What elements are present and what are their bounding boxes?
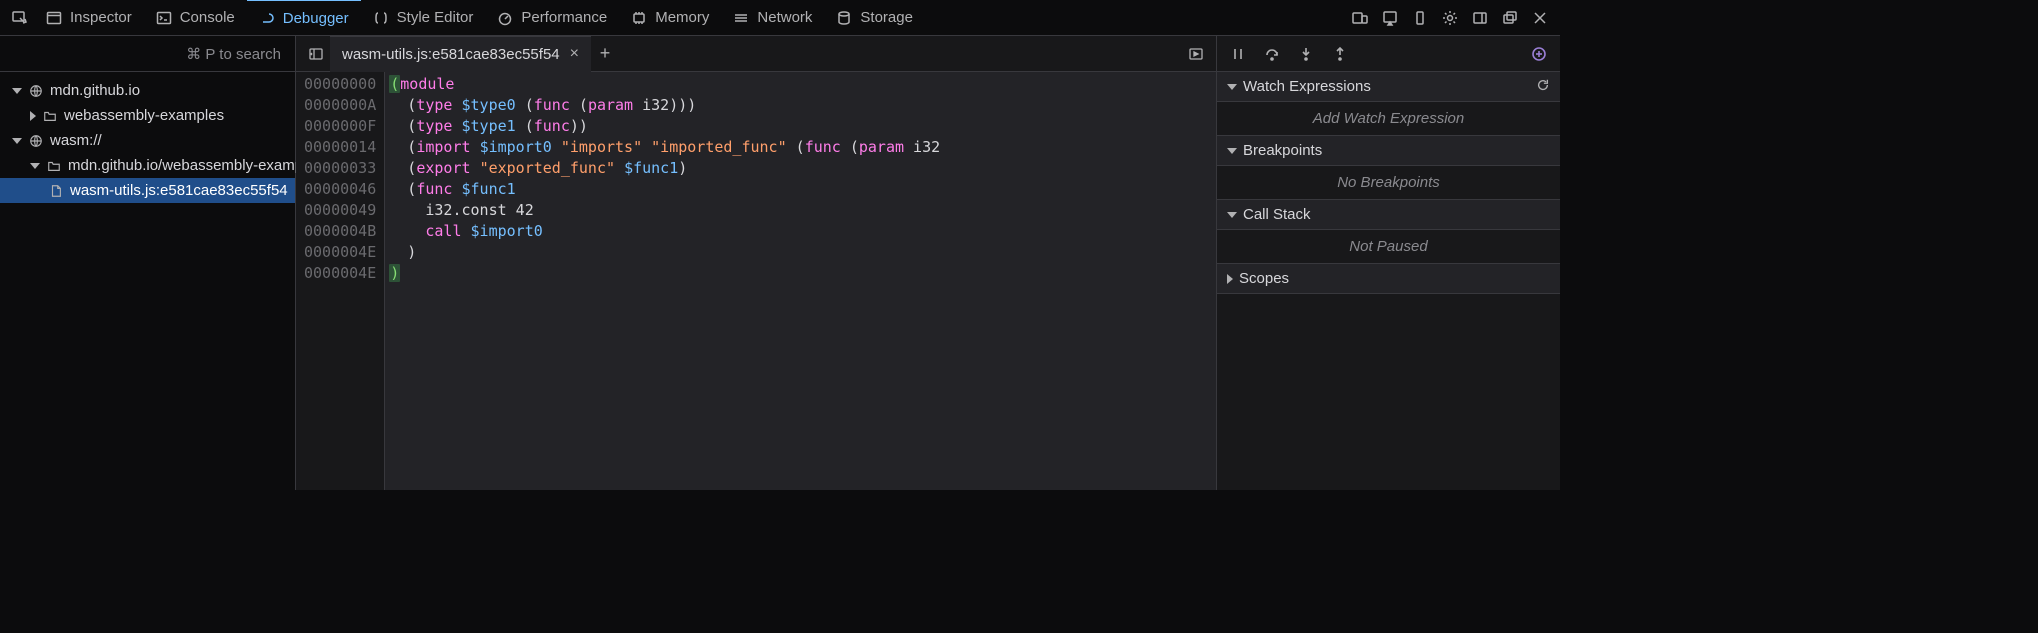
breakpoints-header[interactable]: Breakpoints	[1217, 136, 1560, 166]
editor-panel: wasm-utils.js:e581cae83ec55f54 × + 00000…	[296, 36, 1216, 490]
tab-performance[interactable]: Performance	[485, 0, 619, 36]
devtools-toolbar: Inspector Console Debugger Style Editor …	[0, 0, 1560, 36]
inspector-icon	[46, 10, 62, 26]
device-icon[interactable]	[1406, 4, 1434, 32]
tree-domain[interactable]: wasm://	[0, 128, 295, 153]
call-stack-header[interactable]: Call Stack	[1217, 200, 1560, 230]
pause-button[interactable]	[1223, 39, 1253, 69]
outline-toggle-icon[interactable]	[302, 40, 330, 68]
sources-tree: mdn.github.io webassembly-examples wasm://…	[0, 72, 295, 203]
storage-icon	[836, 10, 852, 26]
breakpoints-body: No Breakpoints	[1217, 166, 1560, 200]
search-hint-label: ⌘ P to search	[186, 45, 281, 63]
chevron-down-icon	[12, 88, 22, 94]
settings-icon[interactable]	[1436, 4, 1464, 32]
tab-label: Console	[180, 9, 235, 26]
close-devtools-icon[interactable]	[1526, 4, 1554, 32]
folder-icon	[46, 158, 62, 174]
tree-label: webassembly-examples	[64, 107, 224, 124]
tree-label: wasm-utils.js:e581cae83ec55f54	[70, 182, 288, 199]
iframe-picker-icon[interactable]	[1376, 4, 1404, 32]
gutter: 00000000 0000000A 0000000F 00000014 0000…	[296, 72, 385, 490]
domain-icon	[28, 83, 44, 99]
pick-element-icon[interactable]	[6, 4, 34, 32]
domain-icon	[28, 133, 44, 149]
sources-panel: ⌘ P to search mdn.github.io webassembly-e…	[0, 36, 296, 490]
folder-icon	[42, 108, 58, 124]
undock-icon[interactable]	[1496, 4, 1524, 32]
tab-console[interactable]: Console	[144, 0, 247, 36]
refresh-icon[interactable]	[1536, 78, 1550, 96]
run-to-cursor-icon[interactable]	[1182, 46, 1210, 62]
tab-debugger[interactable]: Debugger	[247, 0, 361, 35]
step-in-button[interactable]	[1291, 39, 1321, 69]
network-icon	[733, 10, 749, 26]
chevron-down-icon	[1227, 84, 1237, 90]
debugger-icon	[259, 10, 275, 26]
tab-network[interactable]: Network	[721, 0, 824, 36]
dock-side-icon[interactable]	[1466, 4, 1494, 32]
breakpoints-toggle-button[interactable]	[1524, 39, 1554, 69]
watch-expressions-header[interactable]: Watch Expressions	[1217, 72, 1560, 102]
search-prompt[interactable]: ⌘ P to search	[0, 36, 295, 72]
chevron-right-icon	[30, 111, 36, 121]
section-title: Breakpoints	[1243, 142, 1322, 159]
editor-tab-label: wasm-utils.js:e581cae83ec55f54	[342, 46, 560, 63]
scopes-header[interactable]: Scopes	[1217, 264, 1560, 294]
tab-label: Style Editor	[397, 9, 474, 26]
tab-memory[interactable]: Memory	[619, 0, 721, 36]
tree-folder[interactable]: webassembly-examples	[0, 103, 295, 128]
tab-label: Debugger	[283, 10, 349, 27]
tab-label: Memory	[655, 9, 709, 26]
tree-file[interactable]: wasm-utils.js:e581cae83ec55f54	[0, 178, 295, 203]
code-editor[interactable]: 00000000 0000000A 0000000F 00000014 0000…	[296, 72, 1216, 490]
chevron-down-icon	[30, 163, 40, 169]
section-title: Scopes	[1239, 270, 1289, 287]
tab-label: Network	[757, 9, 812, 26]
tab-inspector[interactable]: Inspector	[34, 0, 144, 36]
new-tab-button[interactable]: +	[591, 43, 619, 64]
performance-icon	[497, 10, 513, 26]
chevron-down-icon	[12, 138, 22, 144]
tree-label: wasm://	[50, 132, 102, 149]
tab-label: Performance	[521, 9, 607, 26]
responsive-mode-icon[interactable]	[1346, 4, 1374, 32]
chevron-down-icon	[1227, 212, 1237, 218]
chevron-right-icon	[1227, 274, 1233, 284]
chevron-down-icon	[1227, 148, 1237, 154]
file-icon	[48, 183, 64, 199]
tree-label: mdn.github.io/webassembly-example	[68, 157, 315, 174]
debugger-side-panel: Watch Expressions Add Watch Expression B…	[1216, 36, 1560, 490]
watch-expressions-body[interactable]: Add Watch Expression	[1217, 102, 1560, 136]
style-editor-icon	[373, 10, 389, 26]
tab-style-editor[interactable]: Style Editor	[361, 0, 486, 36]
tree-domain[interactable]: mdn.github.io	[0, 78, 295, 103]
console-icon	[156, 10, 172, 26]
editor-tab-active[interactable]: wasm-utils.js:e581cae83ec55f54 ×	[330, 36, 591, 72]
section-title: Watch Expressions	[1243, 78, 1371, 95]
step-out-button[interactable]	[1325, 39, 1355, 69]
section-title: Call Stack	[1243, 206, 1311, 223]
tab-label: Inspector	[70, 9, 132, 26]
tab-storage[interactable]: Storage	[824, 0, 925, 36]
tab-label: Storage	[860, 9, 913, 26]
tree-label: mdn.github.io	[50, 82, 140, 99]
close-tab-icon[interactable]: ×	[570, 45, 579, 63]
call-stack-body: Not Paused	[1217, 230, 1560, 264]
step-over-button[interactable]	[1257, 39, 1287, 69]
memory-icon	[631, 10, 647, 26]
code-content: (module (type $type0 (func (param i32)))…	[385, 72, 940, 490]
tree-folder[interactable]: mdn.github.io/webassembly-example	[0, 153, 295, 178]
